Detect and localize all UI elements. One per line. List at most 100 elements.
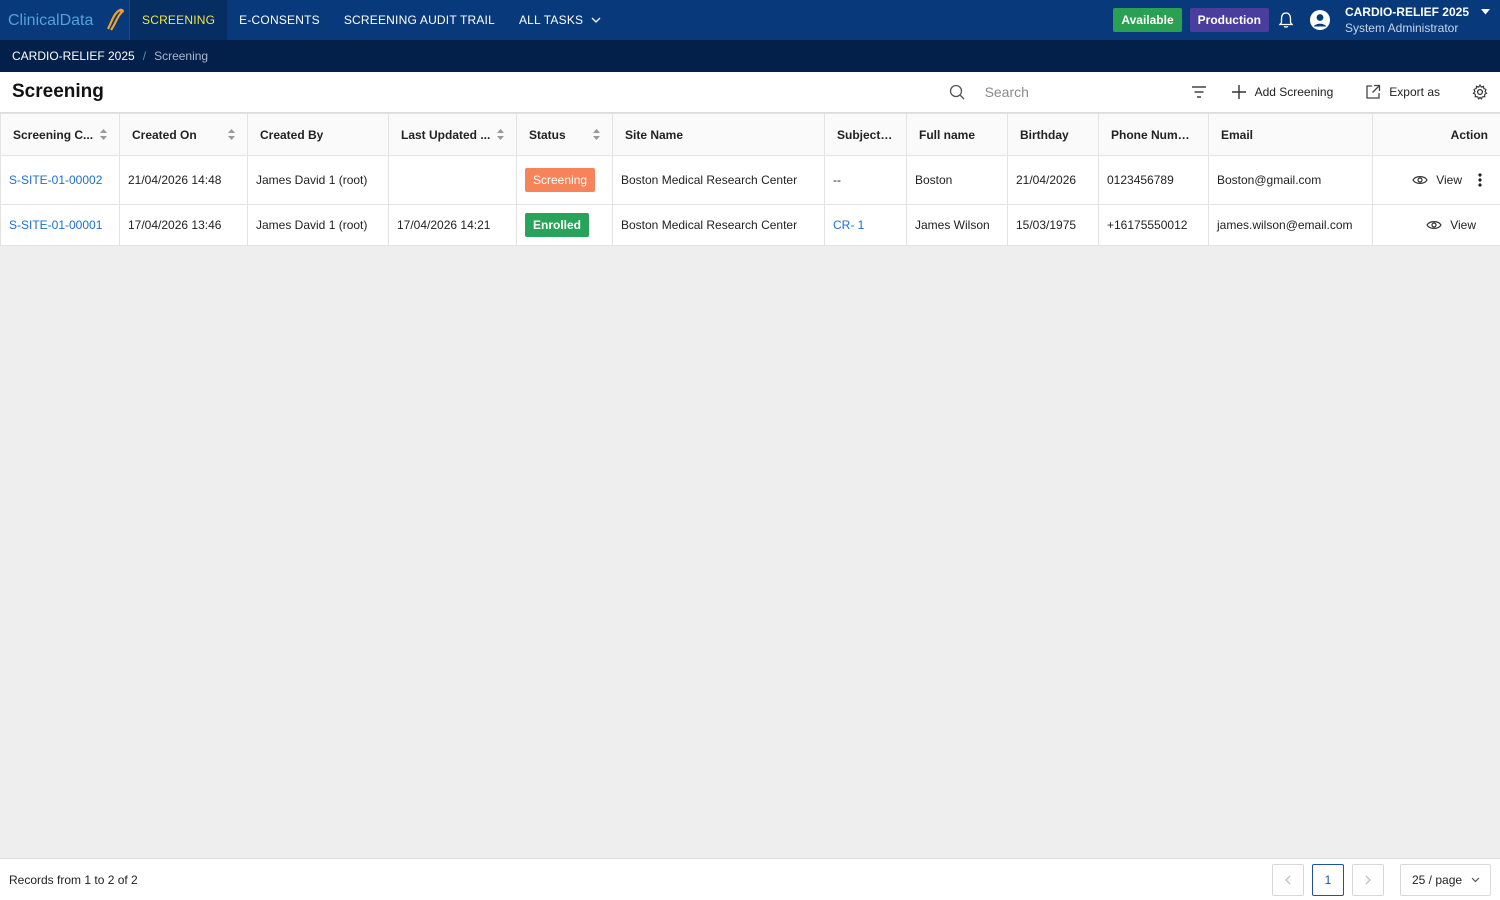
nav-tab-e-consents[interactable]: E-CONSENTS bbox=[227, 0, 332, 40]
screening-table: Screening C... Created On Created By Las… bbox=[0, 113, 1500, 246]
action-cell: View bbox=[1372, 155, 1500, 205]
created-by-cell: James David 1 (root) bbox=[247, 204, 389, 246]
birthday-cell: 21/04/2026 bbox=[1007, 155, 1099, 205]
top-navbar: ClinicalData SCREENING E-CONSENTS SCREEN… bbox=[0, 0, 1500, 40]
page-size-select[interactable]: 25 / page bbox=[1400, 863, 1491, 896]
filter-icon[interactable] bbox=[1191, 85, 1207, 99]
phone-cell: 0123456789 bbox=[1098, 155, 1209, 205]
breadcrumb-separator: / bbox=[142, 49, 147, 63]
logo-mark: ClinicalData bbox=[8, 8, 124, 31]
next-page-button[interactable] bbox=[1352, 863, 1384, 896]
table-header-row: Screening C... Created On Created By Las… bbox=[0, 113, 1500, 156]
add-screening-label: Add Screening bbox=[1254, 85, 1334, 99]
last-updated-cell bbox=[388, 155, 517, 205]
view-label: View bbox=[1450, 218, 1476, 232]
caret-down-icon[interactable] bbox=[1481, 9, 1490, 15]
phone-cell: +16175550012 bbox=[1098, 204, 1209, 246]
sort-icon[interactable] bbox=[228, 129, 235, 140]
nav-tab-label: ALL TASKS bbox=[518, 13, 584, 27]
view-button[interactable]: View bbox=[1412, 173, 1462, 187]
nav-tab-label: SCREENING AUDIT TRAIL bbox=[343, 13, 495, 27]
table-footer: Records from 1 to 2 of 2 1 25 / page bbox=[0, 858, 1500, 900]
action-cell: View bbox=[1372, 204, 1500, 246]
bell-icon[interactable] bbox=[1277, 11, 1295, 29]
column-header-status[interactable]: Status bbox=[516, 113, 613, 156]
status-badge: Enrolled bbox=[525, 213, 590, 237]
page-number-button[interactable]: 1 bbox=[1312, 863, 1344, 896]
pagination: 1 25 / page bbox=[1272, 863, 1491, 896]
current-study-name: CARDIO-RELIEF 2025 bbox=[1344, 5, 1469, 19]
chevron-left-icon bbox=[1285, 875, 1291, 884]
table-row: S-SITE-01-00001 17/04/2026 13:46 James D… bbox=[0, 204, 1500, 246]
breadcrumb: CARDIO-RELIEF 2025 / Screening bbox=[0, 40, 1500, 72]
birthday-cell: 15/03/1975 bbox=[1007, 204, 1099, 246]
column-header-screening-code[interactable]: Screening C... bbox=[0, 113, 120, 156]
view-button[interactable]: View bbox=[1426, 218, 1476, 232]
toolbar: Add Screening Export as bbox=[949, 72, 1500, 112]
last-updated-cell: 17/04/2026 14:21 bbox=[388, 204, 517, 246]
site-name-cell: Boston Medical Research Center bbox=[612, 204, 825, 246]
records-count: Records from 1 to 2 of 2 bbox=[9, 872, 138, 887]
export-label: Export as bbox=[1389, 85, 1440, 99]
search-input[interactable] bbox=[984, 84, 1175, 100]
status-badge: Screening bbox=[525, 168, 596, 192]
nav-tab-screening-audit-trail[interactable]: SCREENING AUDIT TRAIL bbox=[332, 0, 507, 40]
page-title: Screening bbox=[12, 81, 104, 102]
nav-tab-screening[interactable]: SCREENING bbox=[130, 0, 228, 40]
page-size-value: 25 / page bbox=[1412, 872, 1463, 887]
plus-icon bbox=[1231, 85, 1246, 99]
search-icon[interactable] bbox=[949, 84, 965, 100]
eye-icon bbox=[1426, 221, 1442, 229]
sort-icon[interactable] bbox=[497, 129, 504, 140]
previous-page-button[interactable] bbox=[1272, 863, 1304, 896]
sort-icon[interactable] bbox=[593, 129, 600, 140]
environment-badge[interactable]: Production bbox=[1189, 8, 1269, 32]
svg-text:ClinicalData: ClinicalData bbox=[8, 12, 93, 29]
created-by-cell: James David 1 (root) bbox=[247, 155, 389, 205]
column-header-action: Action bbox=[1372, 113, 1500, 156]
breadcrumb-current: Screening bbox=[154, 49, 209, 63]
column-header-birthday: Birthday bbox=[1007, 113, 1099, 156]
nav-tab-all-tasks[interactable]: ALL TASKS bbox=[507, 0, 613, 40]
sort-icon[interactable] bbox=[100, 129, 107, 140]
eye-icon bbox=[1412, 176, 1428, 184]
column-header-last-updated[interactable]: Last Updated ... bbox=[388, 113, 517, 156]
more-options-icon[interactable] bbox=[1478, 173, 1482, 187]
chevron-down-icon bbox=[1471, 877, 1480, 882]
export-button[interactable]: Export as bbox=[1365, 84, 1440, 100]
full-name-cell: Boston bbox=[906, 155, 1008, 205]
table-row: S-SITE-01-00002 21/04/2026 14:48 James D… bbox=[0, 155, 1500, 205]
gear-icon[interactable] bbox=[1472, 84, 1488, 100]
view-label: View bbox=[1436, 173, 1462, 187]
email-cell: Boston@gmail.com bbox=[1208, 155, 1373, 205]
created-on-cell: 21/04/2026 14:48 bbox=[119, 155, 248, 205]
chevron-down-icon bbox=[591, 17, 601, 23]
column-header-email: Email bbox=[1208, 113, 1373, 156]
breadcrumb-study-link[interactable]: CARDIO-RELIEF 2025 bbox=[12, 49, 135, 63]
add-screening-button[interactable]: Add Screening bbox=[1231, 84, 1334, 100]
screening-code-link[interactable]: S-SITE-01-00001 bbox=[9, 218, 102, 232]
chevron-right-icon bbox=[1365, 875, 1371, 884]
search-box bbox=[949, 84, 1179, 100]
full-name-cell: James Wilson bbox=[906, 204, 1008, 246]
available-status-badge[interactable]: Available bbox=[1113, 8, 1182, 32]
user-avatar-icon[interactable] bbox=[1309, 9, 1331, 31]
column-header-created-by: Created By bbox=[247, 113, 389, 156]
subject-id-link[interactable]: CR- 1 bbox=[833, 218, 864, 232]
topbar-right: Available Production CARDIO-RELIEF 2025 … bbox=[1113, 0, 1500, 40]
user-role: System Administrator bbox=[1344, 21, 1459, 35]
column-header-phone-number: Phone Number bbox=[1098, 113, 1209, 156]
user-menu[interactable]: CARDIO-RELIEF 2025 System Administrator bbox=[1345, 4, 1469, 36]
created-on-cell: 17/04/2026 13:46 bbox=[119, 204, 248, 246]
nav-tab-label: E-CONSENTS bbox=[239, 13, 320, 27]
nav-tab-label: SCREENING bbox=[142, 13, 216, 27]
column-header-subject-id: Subject ID bbox=[824, 113, 907, 156]
clinicaldata-logo[interactable]: ClinicalData bbox=[0, 0, 130, 40]
page-header: Screening Add Screening Export as bbox=[0, 72, 1500, 113]
export-icon bbox=[1366, 84, 1381, 99]
column-header-full-name: Full name bbox=[906, 113, 1008, 156]
site-name-cell: Boston Medical Research Center bbox=[612, 155, 825, 205]
column-header-created-on[interactable]: Created On bbox=[119, 113, 248, 156]
screening-code-link[interactable]: S-SITE-01-00002 bbox=[9, 173, 102, 187]
subject-id-cell: -- bbox=[824, 155, 907, 205]
